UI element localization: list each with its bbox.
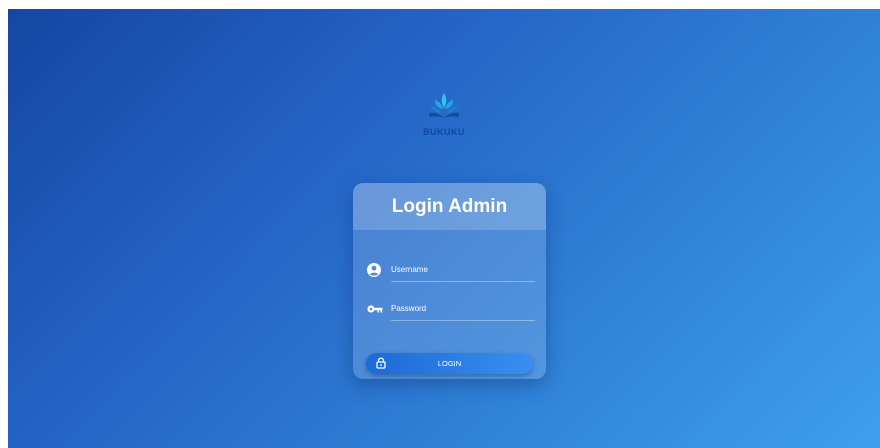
username-input[interactable] (391, 258, 535, 282)
login-page-background: BUKUKU Login Admin Username LOGIN (8, 9, 880, 448)
login-card: Login Admin Username LOGIN (353, 183, 546, 379)
username-field (367, 258, 535, 282)
login-button[interactable]: LOGIN (366, 353, 533, 374)
login-title: Login Admin (391, 195, 508, 217)
password-field (367, 297, 535, 321)
login-button-label: LOGIN (437, 359, 462, 368)
lock-icon (376, 357, 386, 371)
brand-logo: BUKUKU (8, 91, 880, 137)
brand-name: BUKUKU (423, 127, 465, 137)
login-card-header: Login Admin (353, 183, 546, 230)
user-circle-icon (367, 263, 385, 277)
password-input[interactable] (391, 297, 535, 321)
open-book-lotus-icon (429, 93, 459, 118)
key-icon (367, 304, 385, 314)
